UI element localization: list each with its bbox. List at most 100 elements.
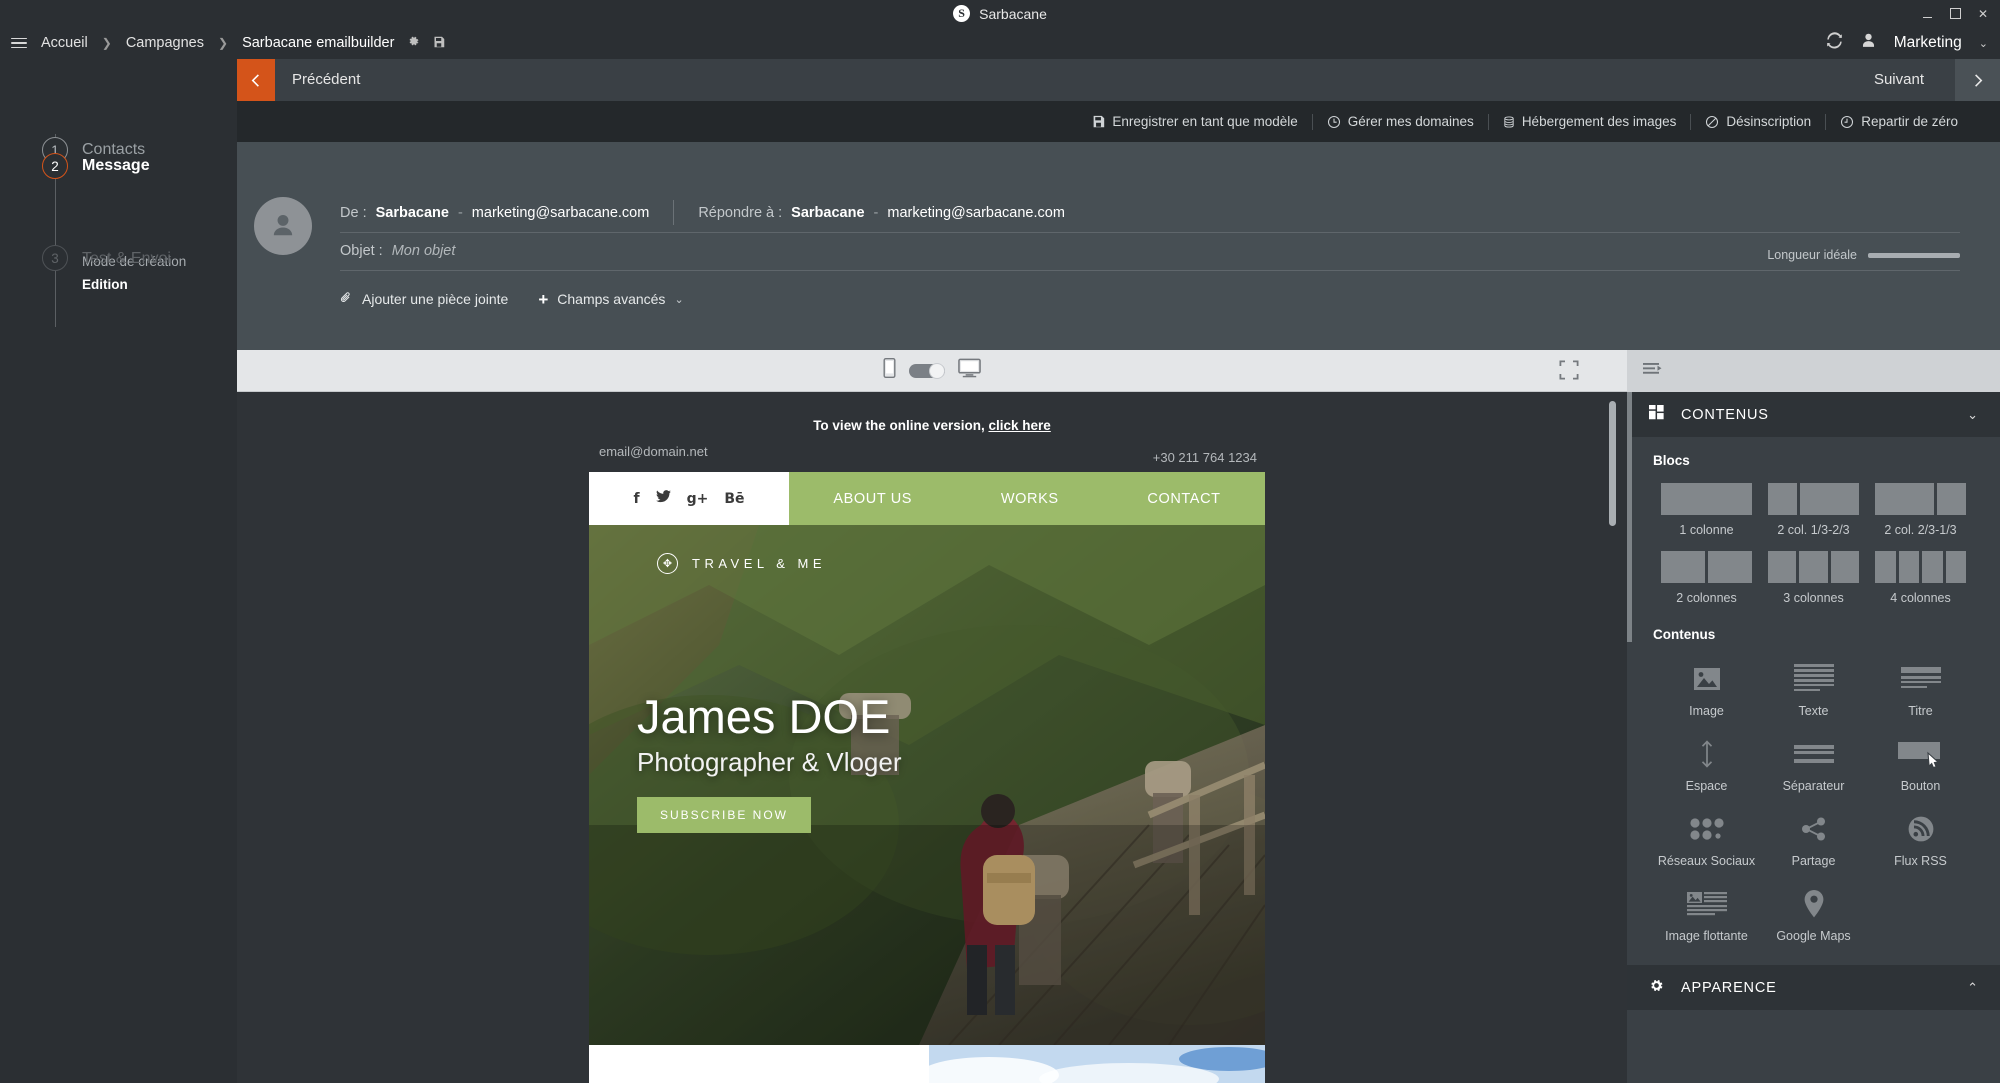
content-espace[interactable]: Espace bbox=[1653, 732, 1760, 793]
behance-icon[interactable]: Bē bbox=[724, 491, 744, 507]
app-brand: S Sarbacane bbox=[953, 5, 1047, 22]
facebook-icon[interactable]: f bbox=[633, 491, 639, 507]
advanced-fields-button[interactable]: + Champs avancés ⌄ bbox=[538, 291, 683, 308]
chevron-down-icon[interactable]: ⌄ bbox=[1979, 37, 1988, 50]
content-separateur[interactable]: Séparateur bbox=[1760, 732, 1867, 793]
content-flux-rss[interactable]: Flux RSS bbox=[1867, 807, 1974, 868]
add-attachment-label: Ajouter une pièce jointe bbox=[362, 291, 509, 307]
action-start-over[interactable]: Repartir de zéro bbox=[1826, 114, 1972, 129]
action-image-hosting[interactable]: Hébergement des images bbox=[1489, 114, 1691, 129]
device-switcher bbox=[883, 357, 981, 383]
plus-icon: + bbox=[538, 289, 549, 309]
nav-link-contact[interactable]: CONTACT bbox=[1147, 491, 1220, 507]
email-body: email@domain.net +30 211 764 1234 f g+ B… bbox=[589, 392, 1265, 1083]
block-3-colonnes[interactable]: 3 colonnes bbox=[1760, 551, 1867, 605]
block-preview bbox=[1661, 551, 1752, 583]
content-partage[interactable]: Partage bbox=[1760, 807, 1867, 868]
nav-link-works[interactable]: WORKS bbox=[1001, 491, 1059, 507]
reply-to-name-field[interactable]: Sarbacane bbox=[791, 205, 864, 221]
block-2col-13-23[interactable]: 2 col. 1/3-2/3 bbox=[1760, 483, 1867, 537]
close-icon[interactable]: ✕ bbox=[1976, 7, 1990, 21]
map-pin-icon bbox=[1804, 888, 1824, 920]
block-2col-23-13[interactable]: 2 col. 2/3-1/3 bbox=[1867, 483, 1974, 537]
chevron-up-icon[interactable]: ⌃ bbox=[1967, 980, 1978, 996]
content-image[interactable]: Image bbox=[1653, 657, 1760, 718]
section-header-contenus[interactable]: CONTENUS ⌄ bbox=[1627, 392, 2000, 437]
previous-button[interactable] bbox=[237, 59, 275, 101]
clock-icon bbox=[1327, 115, 1341, 129]
blocks-subtitle: Blocs bbox=[1653, 453, 1690, 468]
reply-to-email-field[interactable]: marketing@sarbacane.com bbox=[887, 205, 1065, 221]
block-2-colonnes[interactable]: 2 colonnes bbox=[1653, 551, 1760, 605]
action-manage-domains[interactable]: Gérer mes domaines bbox=[1313, 114, 1488, 129]
next-label[interactable]: Suivant bbox=[1874, 71, 1924, 88]
sender-fields-row: De : Sarbacane - marketing@sarbacane.com… bbox=[340, 200, 1960, 225]
sync-icon[interactable] bbox=[1826, 32, 1843, 54]
next-button[interactable] bbox=[1955, 59, 2000, 101]
subject-input[interactable]: Mon objet bbox=[392, 243, 456, 259]
preview-toolbar bbox=[237, 350, 1627, 392]
contact-phone: +30 211 764 1234 bbox=[1152, 450, 1257, 465]
content-texte[interactable]: Texte bbox=[1760, 657, 1867, 718]
save-icon[interactable] bbox=[433, 36, 445, 51]
nav-link-about-us[interactable]: ABOUT US bbox=[833, 491, 912, 507]
chevron-down-icon[interactable]: ⌄ bbox=[1967, 407, 1978, 423]
content-image-flottante[interactable]: Image flottante bbox=[1653, 882, 1760, 943]
section-header-apparence[interactable]: APPARENCE ⌃ bbox=[1627, 965, 2000, 1010]
maximize-icon[interactable] bbox=[1948, 7, 1962, 21]
action-label: Hébergement des images bbox=[1521, 114, 1677, 129]
ideal-length-label: Longueur idéale bbox=[1767, 248, 1857, 262]
gear-icon[interactable] bbox=[407, 35, 420, 51]
user-icon[interactable] bbox=[1860, 32, 1877, 54]
hamburger-menu-icon[interactable] bbox=[11, 37, 27, 49]
menu-bar-right: Marketing ⌄ bbox=[1826, 27, 1988, 59]
ideal-length-meter: Longueur idéale bbox=[1767, 248, 1960, 262]
hero-image-block[interactable]: ✥ TRAVEL & ME James DOE Photographer & V… bbox=[589, 525, 1265, 1045]
action-label: Gérer mes domaines bbox=[1347, 114, 1474, 129]
right-sidebar: CONTENUS ⌄ Blocs 1 colonne 2 col. 1/3-2/… bbox=[1627, 392, 2000, 1083]
history-icon bbox=[1840, 115, 1854, 129]
block-4-colonnes[interactable]: 4 colonnes bbox=[1867, 551, 1974, 605]
block-label: 2 col. 1/3-2/3 bbox=[1777, 523, 1850, 537]
heading-icon bbox=[1900, 663, 1941, 695]
below-block-right bbox=[929, 1045, 1265, 1083]
device-toggle[interactable] bbox=[909, 362, 945, 379]
sidebar-scrollbar[interactable] bbox=[1627, 392, 1632, 642]
from-email-field[interactable]: marketing@sarbacane.com bbox=[472, 205, 650, 221]
content-titre[interactable]: Titre bbox=[1867, 657, 1974, 718]
content-google-maps[interactable]: Google Maps bbox=[1760, 882, 1867, 943]
panel-toggle-icon[interactable] bbox=[1643, 361, 1663, 382]
content-label: Séparateur bbox=[1782, 779, 1845, 793]
substep-edition[interactable]: Edition bbox=[82, 277, 128, 292]
content-reseaux-sociaux[interactable]: Réseaux Sociaux bbox=[1653, 807, 1760, 868]
content-bouton[interactable]: Bouton bbox=[1867, 732, 1974, 793]
content-label: Image bbox=[1689, 704, 1724, 718]
subscribe-now-button[interactable]: SUBSCRIBE NOW bbox=[637, 797, 812, 833]
content-label: Google Maps bbox=[1776, 929, 1851, 943]
avatar-icon bbox=[273, 214, 293, 236]
content-label: Espace bbox=[1685, 779, 1728, 793]
desktop-icon[interactable] bbox=[958, 358, 981, 383]
block-1-colonne[interactable]: 1 colonne bbox=[1653, 483, 1760, 537]
no-entry-icon bbox=[1705, 115, 1719, 129]
add-attachment-button[interactable]: Ajouter une pièce jointe bbox=[340, 290, 508, 308]
content-label: Partage bbox=[1791, 854, 1836, 868]
twitter-icon[interactable] bbox=[655, 490, 671, 507]
advanced-fields-label: Champs avancés bbox=[557, 291, 666, 307]
mobile-icon[interactable] bbox=[883, 357, 896, 383]
block-label: 4 colonnes bbox=[1890, 591, 1951, 605]
action-label: Repartir de zéro bbox=[1861, 114, 1958, 129]
breadcrumb-campagnes[interactable]: Campagnes bbox=[126, 35, 204, 51]
account-name[interactable]: Marketing bbox=[1894, 34, 1962, 52]
from-name-field[interactable]: Sarbacane bbox=[376, 205, 449, 221]
breadcrumb-emailbuilder[interactable]: Sarbacane emailbuilder bbox=[242, 35, 394, 51]
fullscreen-icon[interactable] bbox=[1559, 360, 1579, 385]
breadcrumb-accueil[interactable]: Accueil bbox=[41, 35, 88, 51]
googleplus-icon[interactable]: g+ bbox=[687, 491, 709, 507]
action-unsubscribe[interactable]: Désinscription bbox=[1691, 114, 1825, 129]
minimize-icon[interactable] bbox=[1920, 7, 1934, 21]
previous-label[interactable]: Précédent bbox=[292, 71, 360, 88]
action-save-as-template[interactable]: Enregistrer en tant que modèle bbox=[1078, 114, 1311, 129]
block-preview bbox=[1875, 551, 1966, 583]
paperclip-icon bbox=[340, 290, 353, 308]
